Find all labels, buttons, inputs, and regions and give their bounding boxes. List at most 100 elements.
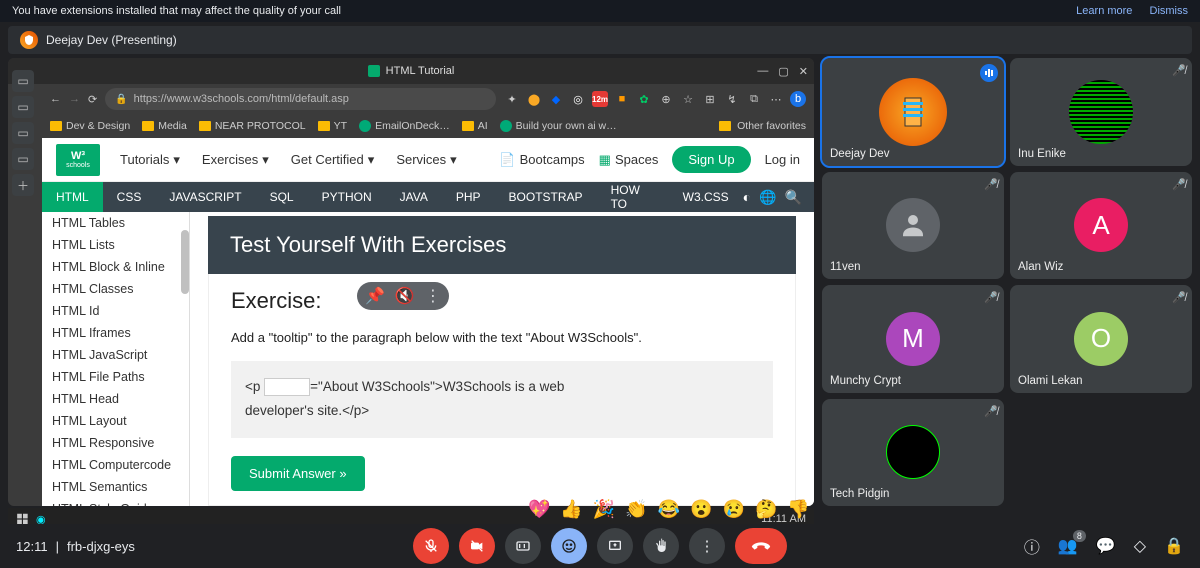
lang-tab[interactable]: CSS [103,182,156,212]
nav-services[interactable]: Services ▾ [396,152,456,168]
ext-icon[interactable]: ⋯ [768,91,784,107]
sidebar-item[interactable]: HTML JavaScript [42,344,189,366]
lang-tab-html[interactable]: HTML [42,182,103,212]
reaction-thumbs-down[interactable]: 👎 [787,499,809,520]
edge-tab-button[interactable]: ▭ [12,70,34,92]
search-icon[interactable]: 🔍 [785,189,802,206]
theme-toggle-icon[interactable]: ◐ [743,189,751,206]
raise-hand-button[interactable] [643,528,679,564]
lang-tab[interactable]: HOW TO [597,182,669,212]
bing-icon[interactable]: b [790,91,806,107]
signup-button[interactable]: Sign Up [672,146,750,173]
edge-tab-button[interactable]: ▭ [12,122,34,144]
reaction-laugh[interactable]: 😂 [658,499,680,520]
ext-icon[interactable]: 12m [592,91,608,107]
participant-tile[interactable]: 🎤̸ A Alan Wiz [1010,172,1192,280]
sidebar-item[interactable]: HTML Style Guide [42,498,189,506]
login-button[interactable]: Log in [765,152,800,167]
participant-tile[interactable]: 🎤̸ O Olami Lekan [1010,285,1192,393]
participant-tile[interactable]: Deejay Dev [822,58,1004,166]
maximize-icon[interactable]: ▢ [778,65,788,78]
reaction-think[interactable]: 🤔 [755,499,777,520]
learn-more-link[interactable]: Learn more [1076,5,1132,17]
close-icon[interactable]: ✕ [799,65,808,78]
nav-bootcamps[interactable]: 📄 Bootcamps [499,152,584,168]
reaction-thumbs-up[interactable]: 👍 [560,499,582,520]
w3-sidebar[interactable]: HTML Tables HTML Lists HTML Block & Inli… [42,212,190,506]
more-icon[interactable]: ⋮ [425,286,441,306]
bookmark-folder[interactable]: AI [462,120,488,132]
refresh-icon[interactable]: ⟳ [88,93,97,106]
reaction-tada[interactable]: 🎉 [593,499,615,520]
sidebar-scrollbar[interactable] [181,230,189,294]
ext-icon[interactable]: ⧉ [746,91,762,107]
lang-tab[interactable]: JAVASCRIPT [155,182,255,212]
sidebar-item[interactable]: HTML Computercode [42,454,189,476]
edge-new-tab-button[interactable]: ＋ [12,174,34,196]
bookmark[interactable]: Build your own ai w… [500,120,617,132]
nav-spaces[interactable]: ▦ Spaces [599,152,659,168]
activities-icon[interactable]: ◇ [1134,536,1146,556]
ext-icon[interactable]: ◆ [548,91,564,107]
sidebar-item[interactable]: HTML Iframes [42,322,189,344]
participant-tile[interactable]: 🎤̸ Inu Enike [1010,58,1192,166]
end-call-button[interactable] [735,528,787,564]
ext-icon[interactable]: ↯ [724,91,740,107]
reaction-clap[interactable]: 👏 [625,499,647,520]
ext-icon[interactable]: ■ [614,91,630,107]
sidebar-item[interactable]: HTML Layout [42,410,189,432]
ext-icon[interactable]: ◎ [570,91,586,107]
host-controls-icon[interactable]: 🔒 [1164,536,1184,556]
present-button[interactable] [597,528,633,564]
mic-button[interactable] [413,528,449,564]
lang-tab[interactable]: BOOTSTRAP [495,182,597,212]
ext-icon[interactable]: ⊕ [658,91,674,107]
edge-tab-button[interactable]: ▭ [12,148,34,170]
w3schools-logo[interactable]: W³schools [56,144,100,176]
dismiss-link[interactable]: Dismiss [1150,5,1189,17]
edge-tab-button[interactable]: ▭ [12,96,34,118]
sidebar-item[interactable]: HTML Semantics [42,476,189,498]
lang-tab[interactable]: W3.CSS [669,182,743,212]
reaction-heart[interactable]: 💖 [528,499,550,520]
participant-tile[interactable]: 🎤̸ Tech Pidgin [822,399,1004,507]
minimize-icon[interactable]: — [757,65,768,78]
nav-certified[interactable]: Get Certified ▾ [291,152,375,168]
more-options-button[interactable]: ⋮ [689,528,725,564]
camera-button[interactable] [459,528,495,564]
bookmark[interactable]: EmailOnDeck… [359,120,450,132]
bookmark-folder[interactable]: YT [318,120,347,132]
ext-icon[interactable]: ✿ [636,91,652,107]
sidebar-item[interactable]: HTML Id [42,300,189,322]
reaction-sad[interactable]: 😢 [723,499,745,520]
people-icon[interactable]: 👥8 [1058,536,1078,556]
url-bar[interactable]: 🔒 https://www.w3schools.com/html/default… [105,88,496,110]
sound-muted-icon[interactable]: 🔇 [395,286,415,306]
participant-tile[interactable]: 🎤̸ M Munchy Crypt [822,285,1004,393]
sidebar-item[interactable]: HTML Responsive [42,432,189,454]
lang-tab[interactable]: PHP [442,182,495,212]
other-favorites[interactable]: Other favorites [737,120,806,132]
nav-exercises[interactable]: Exercises ▾ [202,152,269,168]
bookmark-folder[interactable]: Media [142,120,187,132]
lang-tab[interactable]: PYTHON [308,182,386,212]
sidebar-item[interactable]: HTML Block & Inline [42,256,189,278]
nav-tutorials[interactable]: Tutorials ▾ [120,152,180,168]
captions-button[interactable] [505,528,541,564]
reactions-button[interactable] [551,528,587,564]
lang-tab[interactable]: SQL [256,182,308,212]
bookmark-folder[interactable]: NEAR PROTOCOL [199,120,306,132]
submit-answer-button[interactable]: Submit Answer » [231,456,365,491]
chat-icon[interactable]: 💬 [1096,536,1116,556]
sidebar-item[interactable]: HTML Tables [42,212,189,234]
lang-tab[interactable]: JAVA [386,182,442,212]
globe-icon[interactable]: 🌐 [759,189,776,206]
ext-icon[interactable]: ☆ [680,91,696,107]
forward-icon[interactable]: → [69,93,80,106]
bookmark-folder[interactable]: Dev & Design [50,120,130,132]
sidebar-item[interactable]: HTML Lists [42,234,189,256]
sidebar-item[interactable]: HTML Head [42,388,189,410]
reaction-wow[interactable]: 😮 [690,499,712,520]
sidebar-item[interactable]: HTML Classes [42,278,189,300]
pin-muted-icon[interactable]: 📌 [365,286,385,306]
